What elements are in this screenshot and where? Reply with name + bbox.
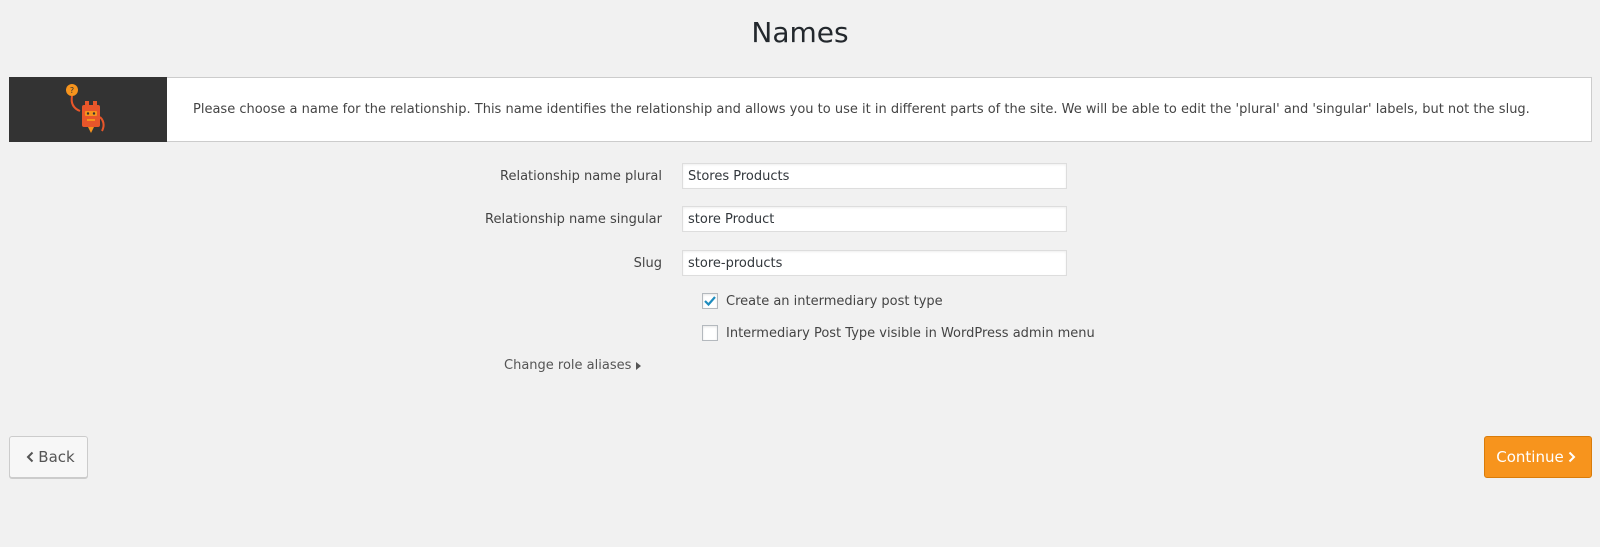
intermediary-row[interactable]: Create an intermediary post type xyxy=(702,293,943,309)
change-role-aliases-toggle[interactable]: Change role aliases xyxy=(504,358,642,373)
page-title: Names xyxy=(751,16,849,49)
notice-text: Please choose a name for the relationshi… xyxy=(193,102,1530,117)
visible-label: Intermediary Post Type visible in WordPr… xyxy=(726,325,1095,341)
visible-row[interactable]: Intermediary Post Type visible in WordPr… xyxy=(702,325,1095,341)
plural-label: Relationship name plural xyxy=(500,168,662,184)
visible-checkbox[interactable] xyxy=(702,325,718,341)
chevron-left-icon xyxy=(26,451,34,463)
checkmark-icon xyxy=(704,296,716,307)
slug-row: Slug xyxy=(0,250,1067,276)
notice-logo: ? xyxy=(9,76,167,142)
singular-row: Relationship name singular xyxy=(0,206,1067,232)
info-notice: ? Please choose a name for the relations… xyxy=(9,76,1592,142)
continue-button[interactable]: Continue xyxy=(1484,436,1592,478)
back-button[interactable]: Back xyxy=(9,436,88,478)
singular-label: Relationship name singular xyxy=(485,211,662,227)
caret-right-icon xyxy=(636,361,642,370)
chevron-right-icon xyxy=(1568,451,1576,463)
relationship-wizard-page: Names ? Please choose a name for the rel… xyxy=(0,0,1600,547)
back-label: Back xyxy=(38,448,75,466)
aliases-label: Change role aliases xyxy=(504,358,632,373)
slug-input[interactable] xyxy=(682,250,1067,276)
plural-row: Relationship name plural xyxy=(0,163,1067,189)
singular-input[interactable] xyxy=(682,206,1067,232)
svg-text:?: ? xyxy=(70,86,74,95)
slug-label: Slug xyxy=(633,255,662,271)
intermediary-checkbox[interactable] xyxy=(702,293,718,309)
plural-input[interactable] xyxy=(682,163,1067,189)
intermediary-label: Create an intermediary post type xyxy=(726,293,943,309)
toolset-robot-icon: ? xyxy=(66,84,105,133)
continue-label: Continue xyxy=(1496,448,1564,466)
